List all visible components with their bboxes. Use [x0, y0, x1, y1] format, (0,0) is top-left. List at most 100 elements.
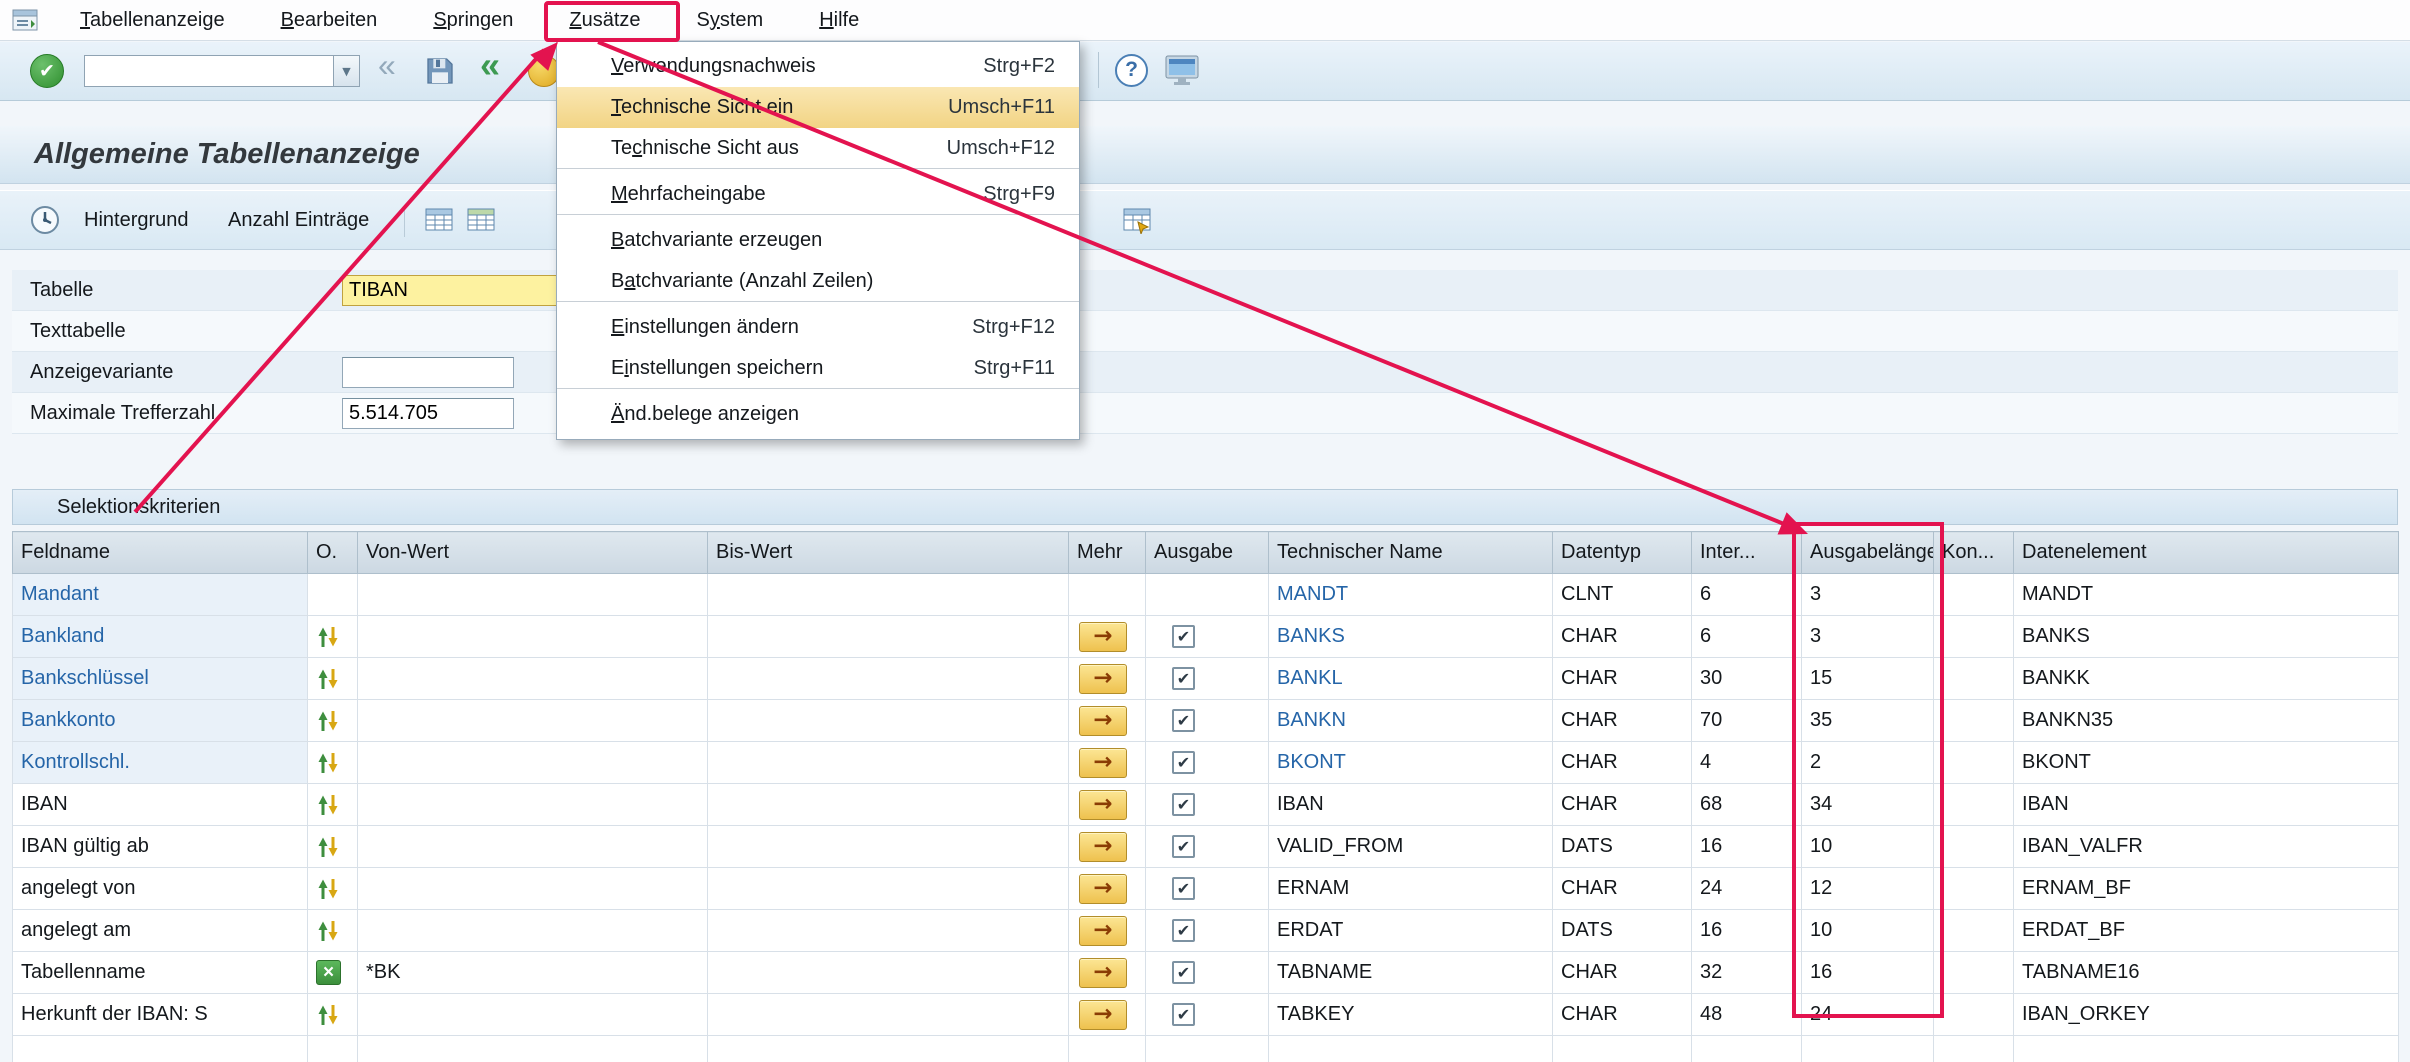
bis-wert-cell[interactable]	[708, 616, 1069, 658]
multiple-selection-button[interactable]: →	[1079, 664, 1127, 694]
output-checkbox[interactable]: ✔	[1172, 751, 1195, 774]
hintergrund-button[interactable]: Hintergrund	[84, 191, 189, 249]
selection-options-icon[interactable]	[316, 877, 340, 901]
selection-options-icon[interactable]	[316, 625, 340, 649]
selection-options-icon[interactable]	[316, 709, 340, 733]
option-cell[interactable]: ×	[308, 742, 358, 784]
chevron-down-icon[interactable]: ▼	[333, 55, 360, 87]
selection-options-icon[interactable]	[316, 919, 340, 943]
feldname-cell[interactable]: Kontrollschl.	[13, 742, 308, 784]
bis-wert-cell[interactable]	[708, 700, 1069, 742]
bis-wert-cell[interactable]	[708, 742, 1069, 784]
option-cell[interactable]: ×	[308, 994, 358, 1036]
output-checkbox[interactable]: ✔	[1172, 877, 1195, 900]
selection-options-icon[interactable]	[316, 751, 340, 775]
von-wert-cell[interactable]	[358, 994, 708, 1036]
selection-options-icon[interactable]	[316, 667, 340, 691]
menu-entry[interactable]: Änd.belege anzeigen	[557, 394, 1079, 435]
von-wert-cell[interactable]: *BK	[358, 952, 708, 994]
output-checkbox[interactable]: ✔	[1172, 793, 1195, 816]
menu-entry[interactable]: Einstellungen ändern Strg+F12	[557, 307, 1079, 348]
menu-item[interactable]: Tabellenanzeige	[52, 0, 253, 40]
bis-wert-cell[interactable]	[708, 868, 1069, 910]
bis-wert-cell[interactable]	[708, 910, 1069, 952]
menu-item[interactable]: Bearbeiten	[253, 0, 406, 40]
menu-entry[interactable]: Batchvariante erzeugen	[557, 220, 1079, 261]
option-cell[interactable]: ×	[308, 1036, 358, 1062]
output-checkbox[interactable]: ✔	[1172, 835, 1195, 858]
table-fields-icon[interactable]	[466, 206, 496, 234]
execute-clock-icon[interactable]	[28, 203, 62, 237]
option-cell[interactable]: ×	[308, 868, 358, 910]
selection-options-icon[interactable]	[316, 835, 340, 859]
multiple-selection-button[interactable]: →	[1079, 622, 1127, 652]
selection-options-icon[interactable]	[316, 1003, 340, 1027]
von-wert-cell[interactable]	[358, 784, 708, 826]
output-checkbox[interactable]: ✔	[1172, 961, 1195, 984]
multiple-selection-button[interactable]: →	[1079, 916, 1127, 946]
von-wert-cell[interactable]	[358, 658, 708, 700]
column-header[interactable]: Ausgabe	[1146, 532, 1269, 574]
multiple-selection-button[interactable]: →	[1079, 958, 1127, 988]
multiple-selection-button[interactable]: →	[1079, 790, 1127, 820]
enter-button[interactable]: ✔	[30, 54, 64, 88]
feldname-cell[interactable]: Bankkonto	[13, 700, 308, 742]
multiple-selection-button[interactable]: →	[1079, 1000, 1127, 1030]
column-header[interactable]: O.	[308, 532, 358, 574]
multiple-selection-button[interactable]: →	[1079, 706, 1127, 736]
feldname-cell[interactable]: Mandant	[13, 574, 308, 616]
exclude-pattern-icon[interactable]: ×	[316, 960, 341, 985]
column-header[interactable]: Feldname	[13, 532, 308, 574]
feldname-cell[interactable]: Bankland	[13, 616, 308, 658]
new-session-icon[interactable]	[1164, 54, 1200, 86]
von-wert-cell[interactable]	[358, 1036, 708, 1062]
system-menu-icon[interactable]	[12, 7, 38, 33]
output-checkbox[interactable]: ✔	[1172, 919, 1195, 942]
option-cell[interactable]: ×	[308, 616, 358, 658]
bis-wert-cell[interactable]	[708, 994, 1069, 1036]
menu-item[interactable]: Springen	[405, 0, 541, 40]
menu-entry[interactable]: Verwendungsnachweis Strg+F2	[557, 46, 1079, 87]
output-checkbox[interactable]: ✔	[1172, 667, 1195, 690]
column-header[interactable]: Datenelement	[2014, 532, 2399, 574]
output-checkbox[interactable]: ✔	[1172, 1003, 1195, 1026]
column-header[interactable]: Von-Wert	[358, 532, 708, 574]
multiple-selection-button[interactable]: →	[1079, 874, 1127, 904]
von-wert-cell[interactable]	[358, 742, 708, 784]
feldname-cell[interactable]: IBAN gültig ab	[13, 826, 308, 868]
column-header[interactable]: Technischer Name	[1269, 532, 1553, 574]
output-checkbox[interactable]: ✔	[1172, 625, 1195, 648]
von-wert-cell[interactable]	[358, 826, 708, 868]
bis-wert-cell[interactable]	[708, 574, 1069, 616]
menu-item[interactable]: Zusätze	[541, 0, 668, 40]
command-input[interactable]	[84, 55, 333, 87]
von-wert-cell[interactable]	[358, 910, 708, 952]
column-header[interactable]: Ausgabelänge	[1802, 532, 1934, 574]
help-icon[interactable]: ?	[1115, 54, 1148, 87]
von-wert-cell[interactable]	[358, 616, 708, 658]
menu-entry[interactable]: Einstellungen speichern Strg+F11	[557, 348, 1079, 389]
save-button[interactable]	[424, 55, 456, 87]
feldname-cell[interactable]: IBAN	[13, 784, 308, 826]
selection-options-icon[interactable]	[316, 793, 340, 817]
menu-entry[interactable]: Technische Sicht aus Umsch+F12	[557, 128, 1079, 169]
feldname-cell[interactable]: angelegt am	[13, 910, 308, 952]
bis-wert-cell[interactable]	[708, 952, 1069, 994]
multiple-selection-button[interactable]: →	[1079, 832, 1127, 862]
back-icon[interactable]: «	[480, 44, 500, 86]
option-cell[interactable]: ×	[308, 700, 358, 742]
field-input[interactable]	[342, 398, 514, 429]
bis-wert-cell[interactable]	[708, 658, 1069, 700]
feldname-cell[interactable]: Herkunft der IBAN: S	[13, 994, 308, 1036]
feldname-cell[interactable]: Bankschlüssel	[13, 658, 308, 700]
feldname-cell[interactable]: angelegt von	[13, 868, 308, 910]
field-input[interactable]	[342, 357, 514, 388]
output-checkbox[interactable]: ✔	[1172, 709, 1195, 732]
column-header[interactable]: Mehr	[1069, 532, 1146, 574]
option-cell[interactable]: ×	[308, 826, 358, 868]
column-header[interactable]: Inter...	[1692, 532, 1802, 574]
multiple-selection-button[interactable]: →	[1079, 748, 1127, 778]
column-header[interactable]: Kon...	[1934, 532, 2014, 574]
bis-wert-cell[interactable]	[708, 1036, 1069, 1062]
feldname-cell[interactable]	[13, 1036, 308, 1062]
